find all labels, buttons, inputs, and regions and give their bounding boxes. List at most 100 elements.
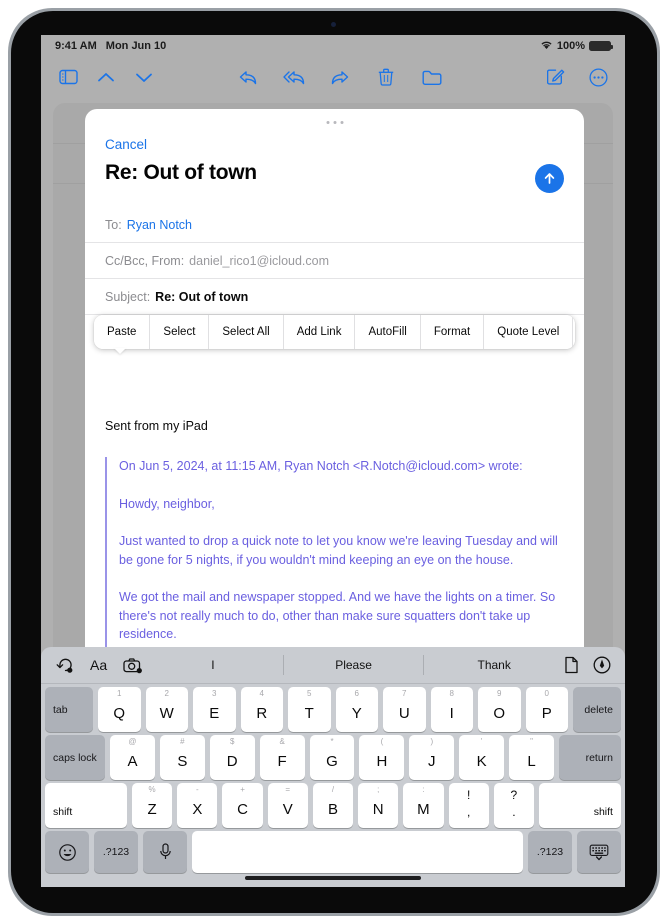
prediction-slot-2[interactable]: Please <box>284 658 424 672</box>
key-b[interactable]: / B <box>312 783 354 828</box>
keyboard-row-1: tab 1Q 2W 3E 4R 5T 6Y 7U 8I 9O 0P delete <box>41 687 625 732</box>
battery-percent-label: 100% <box>556 40 585 52</box>
key-a[interactable]: @ A <box>110 735 155 780</box>
onscreen-keyboard: Aa I Please Thank tab 1 Q 2 W 3 E 4 R 5 … <box>41 647 625 887</box>
context-menu-item-paste[interactable]: Paste <box>94 315 151 349</box>
key-g[interactable]: * G <box>309 735 355 780</box>
key-numbers-left[interactable]: .?123 <box>94 831 138 873</box>
keyboard-row-2: caps lock @ A # S $ D & F * G (H ) J ' K " L ret… <box>41 735 625 780</box>
key-u[interactable]: 7U <box>383 687 426 732</box>
undo-format-icon[interactable] <box>55 657 74 674</box>
key-emoji[interactable] <box>45 831 89 873</box>
forward-icon[interactable] <box>325 62 355 92</box>
key-c[interactable]: + C <box>222 783 263 828</box>
key-f[interactable]: & F <box>259 735 305 780</box>
status-bar: 9:41 AM Mon Jun 10 100% <box>41 35 625 57</box>
key-e[interactable]: 3E <box>193 687 236 732</box>
mail-toolbar <box>41 57 625 97</box>
key-shift-right[interactable]: shift <box>538 783 621 828</box>
key-numbers-right[interactable]: .?123 <box>528 831 572 873</box>
wifi-icon <box>540 40 553 53</box>
quote-paragraph: We got the mail and newspaper stopped. A… <box>119 590 556 641</box>
keyboard-row-3: shift % Z -X + C = V / B ; N :M !, ?. shift <box>41 783 625 828</box>
to-recipient-token[interactable]: Ryan Notch <box>127 218 192 232</box>
context-menu-item-select[interactable]: Select <box>150 315 210 349</box>
text-format-icon[interactable]: Aa <box>90 657 107 673</box>
key-period[interactable]: ?. <box>493 783 534 828</box>
to-field-label: To: <box>105 217 122 232</box>
sidebar-toggle-icon[interactable] <box>53 62 83 92</box>
sheet-grabber[interactable] <box>326 121 343 124</box>
hide-keyboard-icon <box>589 844 609 860</box>
context-menu-item-select-all[interactable]: Select All <box>209 315 284 349</box>
key-p[interactable]: 0P <box>525 687 568 732</box>
key-delete[interactable]: delete <box>573 687 621 732</box>
status-time: 9:41 AM <box>55 40 97 52</box>
from-address-value[interactable]: daniel_rico1@icloud.com <box>189 254 329 268</box>
subject-field-value[interactable]: Re: Out of town <box>155 290 248 304</box>
key-x[interactable]: -X <box>177 783 218 828</box>
key-s[interactable]: # S <box>159 735 205 780</box>
key-k[interactable]: ' K <box>459 735 505 780</box>
ipad-device: 9:41 AM Mon Jun 10 100% Cancel Re: Out o… <box>0 0 668 924</box>
key-j[interactable]: ) J <box>409 735 455 780</box>
key-m[interactable]: :M <box>403 783 444 828</box>
context-menu-next-button[interactable] <box>573 315 575 349</box>
context-menu-item-format[interactable]: Format <box>420 315 485 349</box>
keyboard-row-4: .?123 .?123 <box>41 831 625 873</box>
front-camera-icon <box>331 22 336 27</box>
key-n[interactable]: ; N <box>358 783 399 828</box>
key-caps-lock[interactable]: caps lock <box>45 735 105 780</box>
ccbcc-field-label: Cc/Bcc, From: <box>105 253 185 268</box>
context-menu-item-quote-level[interactable]: Quote Level <box>484 315 574 349</box>
send-arrow-up-icon <box>544 173 555 184</box>
signature-text: Sent from my iPad <box>105 419 208 433</box>
chevron-down-icon[interactable] <box>129 62 159 92</box>
cancel-button[interactable]: Cancel <box>105 137 147 152</box>
chevron-up-icon[interactable] <box>91 62 121 92</box>
key-shift-left[interactable]: shift <box>45 783 127 828</box>
key-r[interactable]: 4R <box>240 687 283 732</box>
trash-icon[interactable] <box>371 62 401 92</box>
key-i[interactable]: 8I <box>430 687 473 732</box>
more-icon[interactable] <box>583 62 613 92</box>
key-dismiss-keyboard[interactable] <box>577 831 621 873</box>
key-tab[interactable]: tab <box>45 687 93 732</box>
key-z[interactable]: % Z <box>132 783 173 828</box>
ccbcc-field-row[interactable]: Cc/Bcc, From: daniel_rico1@icloud.com <box>85 243 584 279</box>
key-t[interactable]: 5T <box>288 687 331 732</box>
key-w[interactable]: 2W <box>145 687 188 732</box>
compose-header-fields: To: Ryan Notch Cc/Bcc, From: daniel_rico… <box>85 207 584 315</box>
folder-icon[interactable] <box>417 62 447 92</box>
key-l[interactable]: " L <box>509 735 555 780</box>
ipad-screen: 9:41 AM Mon Jun 10 100% Cancel Re: Out o… <box>41 35 625 887</box>
key-h[interactable]: (H <box>359 735 405 780</box>
edit-context-menu: Paste Select Select All Add Link AutoFil… <box>94 315 575 354</box>
to-field-row[interactable]: To: Ryan Notch <box>85 207 584 243</box>
key-d[interactable]: $ D <box>209 735 255 780</box>
document-scan-icon[interactable] <box>564 656 579 674</box>
home-indicator[interactable] <box>245 876 421 880</box>
prediction-slot-3[interactable]: Thank <box>424 658 564 672</box>
camera-insert-icon[interactable] <box>123 657 143 674</box>
key-v[interactable]: = V <box>267 783 308 828</box>
key-return[interactable]: return <box>559 735 622 780</box>
context-menu-pointer <box>114 348 126 354</box>
prediction-slot-1[interactable]: I <box>143 658 283 672</box>
reply-icon[interactable] <box>233 62 263 92</box>
key-q[interactable]: 1Q <box>98 687 141 732</box>
context-menu-item-add-link[interactable]: Add Link <box>283 315 356 349</box>
quote-paragraph: Just wanted to drop a quick note to let … <box>119 534 558 567</box>
subject-field-row[interactable]: Subject: Re: Out of town <box>85 279 584 315</box>
send-button[interactable] <box>535 164 564 193</box>
reply-all-icon[interactable] <box>279 62 309 92</box>
key-o[interactable]: 9O <box>478 687 521 732</box>
context-menu-item-autofill[interactable]: AutoFill <box>355 315 421 349</box>
key-microphone[interactable] <box>143 831 187 873</box>
status-date: Mon Jun 10 <box>105 40 167 52</box>
markup-pen-icon[interactable] <box>593 656 611 674</box>
compose-icon[interactable] <box>541 62 571 92</box>
key-space[interactable] <box>192 831 523 873</box>
key-comma[interactable]: !, <box>448 783 489 828</box>
key-y[interactable]: 6Y <box>335 687 378 732</box>
